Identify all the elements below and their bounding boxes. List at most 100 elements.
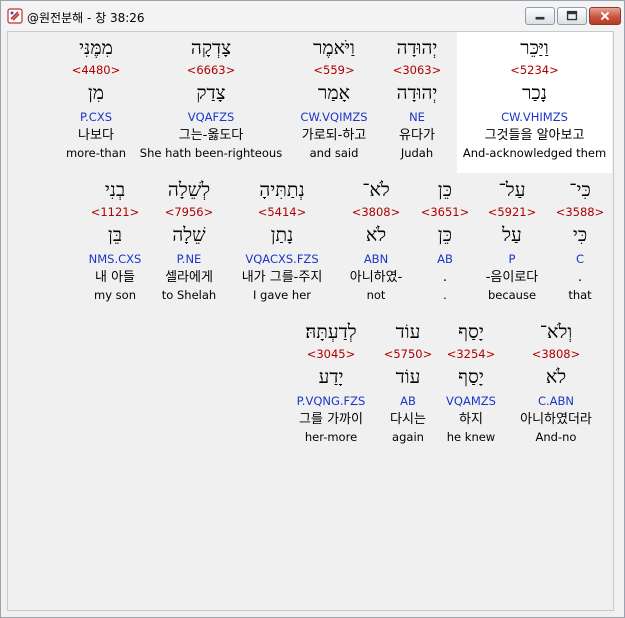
hebrew-word: בְנִי <box>104 179 126 201</box>
english-gloss: because <box>487 288 537 302</box>
hebrew-word: יָסַף <box>458 321 484 343</box>
hebrew-word: צָדְקָה <box>190 37 232 59</box>
word-cell[interactable]: צָדְקָה <6663> צָדַק VQAFZS 그는-옳도다 She h… <box>136 36 286 168</box>
korean-gloss: 그는-옳도다 <box>178 128 244 143</box>
strong-number: <559> <box>313 63 355 77</box>
strong-number: <3063> <box>392 63 442 77</box>
lemma-word: בֵּן <box>108 224 122 246</box>
title-bar[interactable]: @원전분해 - 창 38:26 <box>1 1 624 31</box>
window-title: @원전분해 - 창 38:26 <box>27 11 145 25</box>
english-gloss: . <box>443 288 447 302</box>
word-cell[interactable]: וַיֹּאמֶר <559> אָמַר CW.VQIMZS 가로되-하고 a… <box>289 36 379 168</box>
korean-gloss: 셀라에게 <box>165 270 213 285</box>
korean-gloss: 나보다 <box>78 128 114 143</box>
parse-code: AB <box>400 394 416 408</box>
lemma-word: יָדַע <box>318 366 344 388</box>
english-gloss: her-more <box>304 430 358 444</box>
english-gloss: more-than <box>65 146 127 160</box>
minimize-button[interactable] <box>525 7 555 25</box>
hebrew-word: וַיַּכֵּר <box>520 37 549 59</box>
analysis-pane: וַיַּכֵּר <5234> נָכַר CW.VHIMZS 그것들을 알아… <box>7 31 614 611</box>
parse-code: CW.VHIMZS <box>501 110 568 124</box>
word-cell[interactable]: יְהוּדָה <3063> יְהוּדָה NE 유다가 Judah <box>378 36 456 168</box>
parse-code: C.ABN <box>537 394 575 408</box>
maximize-icon <box>566 10 578 21</box>
word-cell[interactable]: יָסַף <3254> יָסַף VQAMZS 하지 he knew <box>439 320 503 452</box>
korean-gloss: 아니하였더라 <box>520 412 592 427</box>
parse-code: P.NE <box>176 252 202 266</box>
lemma-word: נָכַר <box>522 82 547 104</box>
maximize-button[interactable] <box>557 7 587 25</box>
parse-code: CW.VQIMZS <box>300 110 368 124</box>
word-cell[interactable]: לֹא־ <3808> לֹא ABN 아니하였- not <box>338 178 414 310</box>
word-cell[interactable]: בְנִי <1121> בֵּן NMS.CXS 내 아들 my son <box>80 178 150 310</box>
parse-code: VQAMZS <box>446 394 496 408</box>
hebrew-word: נְתַתִּיהָ <box>259 179 305 201</box>
close-button[interactable] <box>589 7 621 25</box>
word-cell[interactable]: עַל־ <5921> עַל P -음이로다 because <box>479 178 545 310</box>
word-cell[interactable]: וְלֹא־ <3808> לֹא C.ABN 아니하였더라 And-no <box>508 320 604 452</box>
minimize-icon <box>535 16 545 20</box>
lemma-word: לֹא <box>365 224 387 246</box>
lemma-word: אָמַר <box>318 82 350 104</box>
lemma-word: נָתַן <box>270 224 294 246</box>
parse-code: P <box>508 252 516 266</box>
korean-gloss: 다시는 <box>390 412 426 427</box>
close-icon <box>600 11 610 21</box>
korean-gloss: 내 아들 <box>94 270 135 285</box>
lemma-word: כִּי <box>572 224 588 246</box>
english-gloss: She hath been-righteous <box>139 146 283 160</box>
lemma-word: שֵׁלָה <box>172 224 206 246</box>
english-gloss: Judah <box>400 146 434 160</box>
korean-gloss: 그를 가까이 <box>299 412 363 427</box>
word-cell[interactable]: כִּי־ <3588> כִּי C . that <box>552 178 608 310</box>
word-cell[interactable]: נְתַתִּיהָ <5414> נָתַן VQACXS.FZS 내가 그를… <box>228 178 336 310</box>
hebrew-word: וְלֹא־ <box>539 321 573 343</box>
hebrew-word: לְשֵׁלָה <box>167 179 211 201</box>
word-cell[interactable]: כֵּן <3651> כֵּן AB . . <box>419 178 471 310</box>
parse-code: P.VQNG.FZS <box>296 394 366 408</box>
parse-code: NE <box>409 110 425 124</box>
korean-gloss: -음이로다 <box>485 270 539 285</box>
english-gloss: not <box>366 288 386 302</box>
korean-gloss: . <box>577 270 583 285</box>
parse-code: VQAFZS <box>187 110 235 124</box>
english-gloss: I gave her <box>252 288 312 302</box>
lemma-word: עוֹד <box>395 366 421 388</box>
parse-code: AB <box>437 252 453 266</box>
lemma-word: כֵּן <box>437 224 453 246</box>
strong-number: <1121> <box>90 205 140 219</box>
strong-number: <3651> <box>420 205 470 219</box>
korean-gloss: 내가 그를-주지 <box>241 270 323 285</box>
app-icon <box>7 8 23 24</box>
lemma-word: מִן <box>87 82 105 104</box>
english-gloss: he knew <box>446 430 496 444</box>
hebrew-word: כִּי־ <box>569 179 591 201</box>
word-cell[interactable]: לְדַעְתָּהּ׃ <3045> יָדַע P.VQNG.FZS 그를 … <box>288 320 374 452</box>
strong-number: <3588> <box>555 205 605 219</box>
strong-number: <3254> <box>446 347 496 361</box>
hebrew-word: לְדַעְתָּהּ׃ <box>305 321 357 343</box>
english-gloss: to Shelah <box>161 288 217 302</box>
strong-number: <5234> <box>510 63 559 77</box>
word-cell[interactable]: עוֹד <5750> עוֹד AB 다시는 again <box>380 320 436 452</box>
hebrew-word: וַיֹּאמֶר <box>313 37 355 59</box>
strong-number: <4480> <box>71 63 121 77</box>
word-cell[interactable]: וַיַּכֵּר <5234> נָכַר CW.VHIMZS 그것들을 알아… <box>457 36 612 168</box>
parse-code: P.CXS <box>79 110 112 124</box>
parse-code: C <box>575 252 585 266</box>
hebrew-word: מִמֶּנִּי <box>79 37 113 59</box>
korean-gloss: 그것들을 알아보고 <box>484 128 585 143</box>
lemma-word: עַל <box>502 224 522 246</box>
english-gloss: that <box>568 288 592 302</box>
lemma-word: לֹא <box>545 366 567 388</box>
word-cell[interactable]: לְשֵׁלָה <7956> שֵׁלָה P.NE 셀라에게 to Shel… <box>152 178 226 310</box>
english-gloss: and said <box>309 146 359 160</box>
english-gloss: again <box>392 430 424 444</box>
word-cell[interactable]: מִמֶּנִּי <4480> מִן P.CXS 나보다 more-than <box>58 36 134 168</box>
strong-number: <5750> <box>383 347 433 361</box>
lemma-word: יְהוּדָה <box>396 82 438 104</box>
korean-gloss: . <box>442 270 448 285</box>
strong-number: <7956> <box>164 205 214 219</box>
hebrew-word: לֹא־ <box>362 179 390 201</box>
